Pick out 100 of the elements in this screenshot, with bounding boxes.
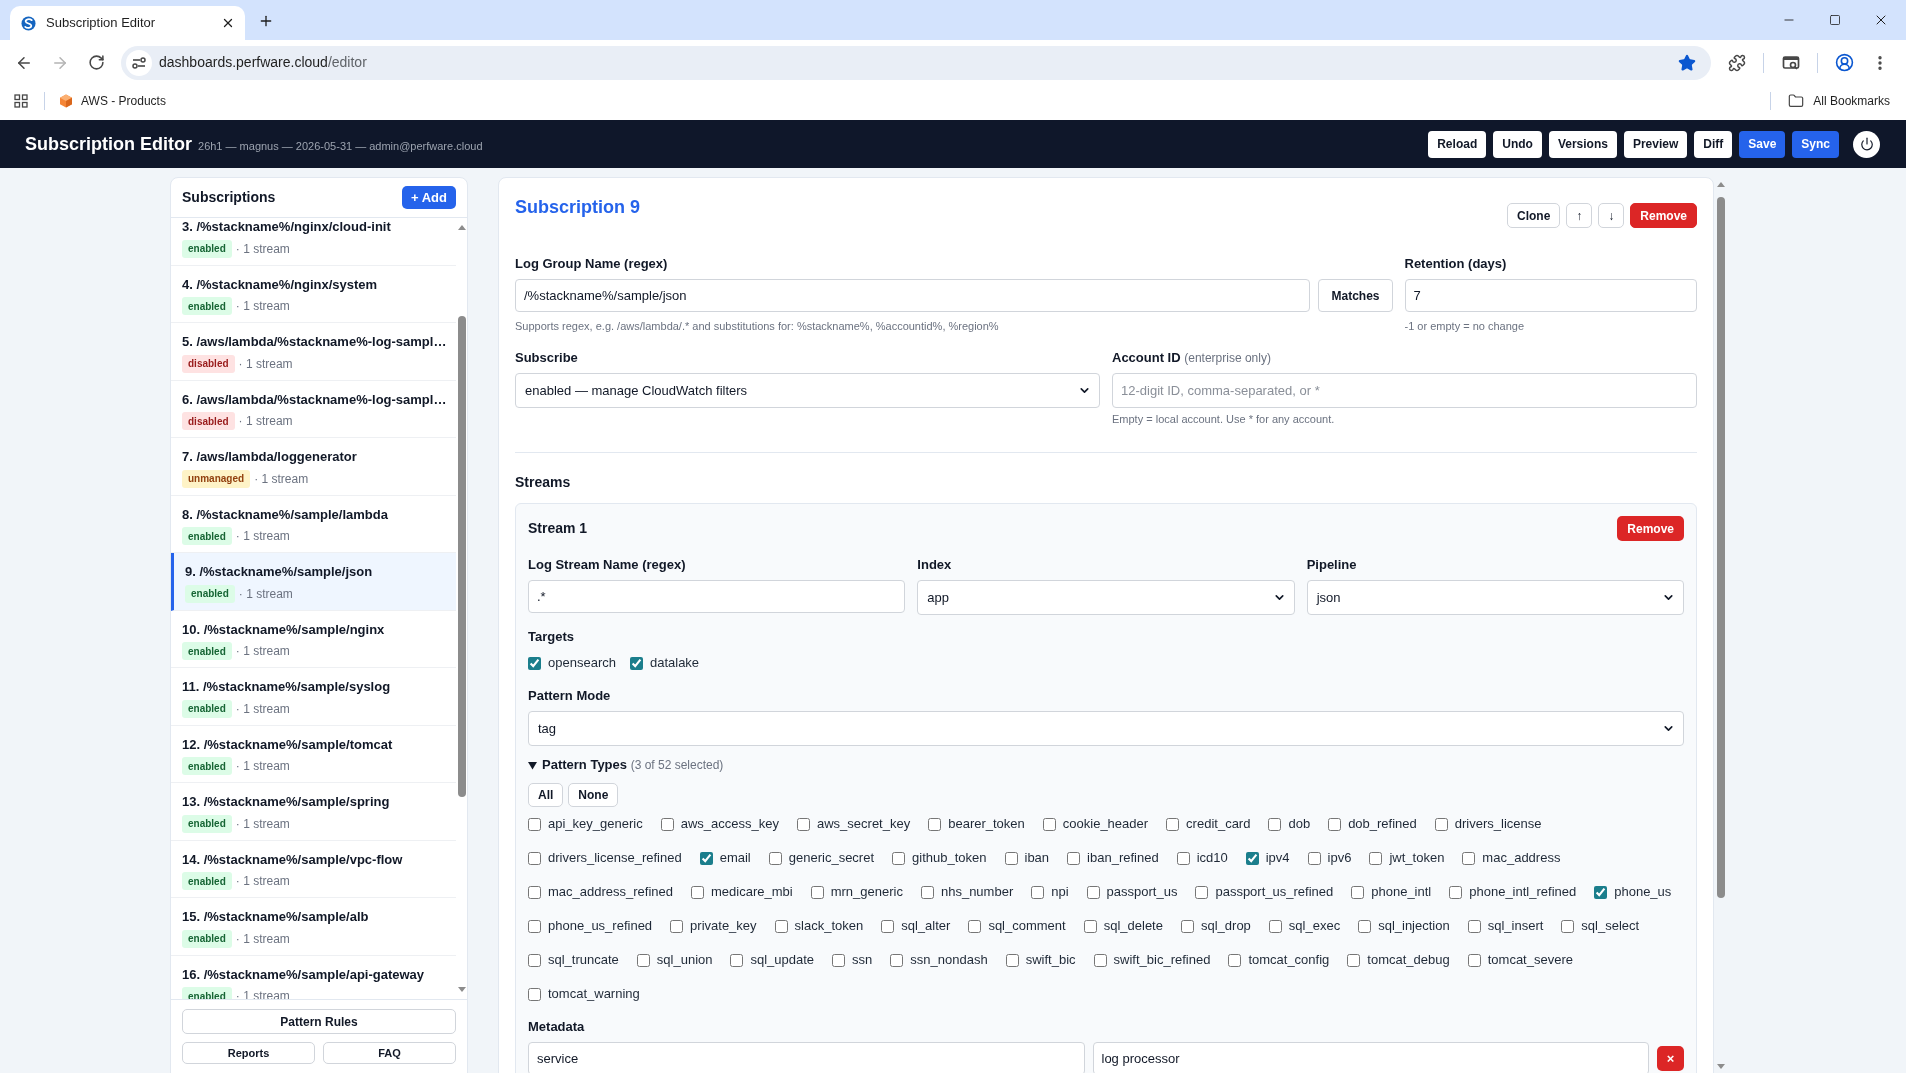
all-bookmarks-button[interactable]: All Bookmarks <box>1788 91 1890 110</box>
checkbox[interactable] <box>1176 851 1190 865</box>
checkbox[interactable] <box>1268 919 1282 933</box>
maximize-icon[interactable] <box>1829 14 1841 26</box>
text-field[interactable]: /%stackname%/sample/json <box>515 279 1311 312</box>
action-button[interactable]: ↑ <box>1566 203 1593 228</box>
checkbox[interactable] <box>774 919 788 933</box>
checkbox[interactable] <box>1449 885 1463 899</box>
checkbox[interactable] <box>928 817 942 831</box>
checkbox[interactable] <box>730 953 744 967</box>
checkbox[interactable] <box>528 885 541 899</box>
puzzle-icon[interactable] <box>1728 53 1746 72</box>
checkbox[interactable] <box>629 656 643 670</box>
checkbox[interactable] <box>1347 953 1361 967</box>
footer-button[interactable]: Reports <box>182 1042 315 1064</box>
checkbox[interactable] <box>660 817 674 831</box>
scrollbar-thumb[interactable] <box>458 316 466 797</box>
checkbox[interactable] <box>1434 817 1448 831</box>
checkbox[interactable] <box>1180 919 1194 933</box>
select-button[interactable]: None <box>568 783 619 807</box>
new-tab-icon[interactable] <box>258 13 274 29</box>
checkbox[interactable] <box>528 953 541 967</box>
checkbox[interactable] <box>528 851 541 865</box>
checkbox[interactable] <box>670 919 684 933</box>
checkbox[interactable] <box>1067 851 1081 865</box>
text-field[interactable]: 12-digit ID, comma-separated, or * <box>1112 373 1697 408</box>
scrollbar-thumb[interactable] <box>1717 197 1725 898</box>
checkbox[interactable] <box>699 851 713 865</box>
action-button[interactable]: Remove <box>1630 203 1697 228</box>
triangle-down-icon[interactable] <box>458 987 466 992</box>
triangle-up-icon[interactable] <box>1717 182 1725 187</box>
bookmark-link[interactable]: AWS - Products <box>59 91 166 110</box>
header-button[interactable]: Sync <box>1792 130 1839 158</box>
select-button[interactable]: All <box>528 783 564 807</box>
checkbox[interactable] <box>528 656 541 670</box>
checkbox[interactable] <box>1166 817 1180 831</box>
action-button[interactable]: ↓ <box>1598 203 1625 228</box>
checkbox[interactable] <box>1358 919 1372 933</box>
checkbox[interactable] <box>1093 953 1107 967</box>
checkbox[interactable] <box>768 851 782 865</box>
checkbox[interactable] <box>1467 953 1481 967</box>
text-field[interactable]: log processor <box>1092 1042 1649 1073</box>
checkbox[interactable] <box>1042 817 1056 831</box>
dropdown[interactable]: json <box>1306 580 1684 615</box>
checkbox[interactable] <box>1307 851 1321 865</box>
apps-grid-icon[interactable] <box>14 93 28 108</box>
checkbox[interactable] <box>890 953 904 967</box>
tab-search-icon[interactable] <box>1782 53 1800 72</box>
header-button[interactable]: Diff <box>1694 130 1733 158</box>
action-button[interactable]: Clone <box>1506 203 1561 228</box>
header-button[interactable]: Preview <box>1623 130 1688 158</box>
power-button[interactable] <box>1853 130 1880 158</box>
profile-icon[interactable] <box>1835 53 1854 72</box>
text-field[interactable]: service <box>528 1042 1085 1073</box>
checkbox[interactable] <box>1462 851 1476 865</box>
add-button[interactable]: + Add <box>402 186 456 209</box>
checkbox[interactable] <box>920 885 934 899</box>
checkbox[interactable] <box>832 953 846 967</box>
dropdown[interactable]: app <box>917 580 1295 615</box>
address-bar[interactable]: dashboards.perfware.cloud/editor <box>121 45 1711 80</box>
checkbox[interactable] <box>892 851 906 865</box>
checkbox[interactable] <box>1245 851 1259 865</box>
checkbox[interactable] <box>881 919 895 933</box>
subscription-list-item[interactable]: 9. /%stackname%/sample/json enabled · 1 stream <box>171 553 457 611</box>
checkbox[interactable] <box>1086 885 1100 899</box>
checkbox[interactable] <box>1083 919 1097 933</box>
star-icon[interactable] <box>1678 53 1696 72</box>
matches-button[interactable]: Matches <box>1318 279 1393 312</box>
checkbox[interactable] <box>1467 919 1481 933</box>
header-button[interactable]: Undo <box>1493 130 1542 158</box>
checkbox[interactable] <box>1369 851 1383 865</box>
dropdown[interactable]: tag <box>528 711 1684 746</box>
checkbox[interactable] <box>796 817 810 831</box>
text-field[interactable]: 7 <box>1404 279 1697 312</box>
footer-button[interactable]: FAQ <box>323 1042 456 1064</box>
pattern-rules-button[interactable]: Pattern Rules <box>182 1009 456 1034</box>
checkbox[interactable] <box>528 817 541 831</box>
checkbox[interactable] <box>1268 817 1282 831</box>
header-button[interactable]: Versions <box>1548 130 1617 158</box>
triangle-down-icon[interactable] <box>1717 1064 1725 1069</box>
checkbox[interactable] <box>1004 851 1018 865</box>
checkbox[interactable] <box>1561 919 1575 933</box>
header-button[interactable]: Reload <box>1428 130 1487 158</box>
text-field[interactable]: .* <box>528 580 906 613</box>
checkbox[interactable] <box>1031 885 1045 899</box>
dropdown[interactable]: enabled — manage CloudWatch filters <box>515 373 1100 408</box>
checkbox[interactable] <box>1228 953 1242 967</box>
disclosure-triangle-icon[interactable] <box>528 760 537 770</box>
checkbox[interactable] <box>968 919 982 933</box>
checkbox[interactable] <box>810 885 824 899</box>
remove-button[interactable]: Remove <box>1617 516 1684 541</box>
reload-icon[interactable] <box>88 54 105 71</box>
header-button[interactable]: Save <box>1739 130 1786 158</box>
checkbox[interactable] <box>1195 885 1209 899</box>
checkbox[interactable] <box>1594 885 1608 899</box>
checkbox[interactable] <box>691 885 705 899</box>
close-icon[interactable] <box>221 16 235 30</box>
triangle-up-icon[interactable] <box>458 225 466 230</box>
tune-icon[interactable] <box>126 49 152 76</box>
delete-button[interactable]: × <box>1657 1046 1684 1071</box>
